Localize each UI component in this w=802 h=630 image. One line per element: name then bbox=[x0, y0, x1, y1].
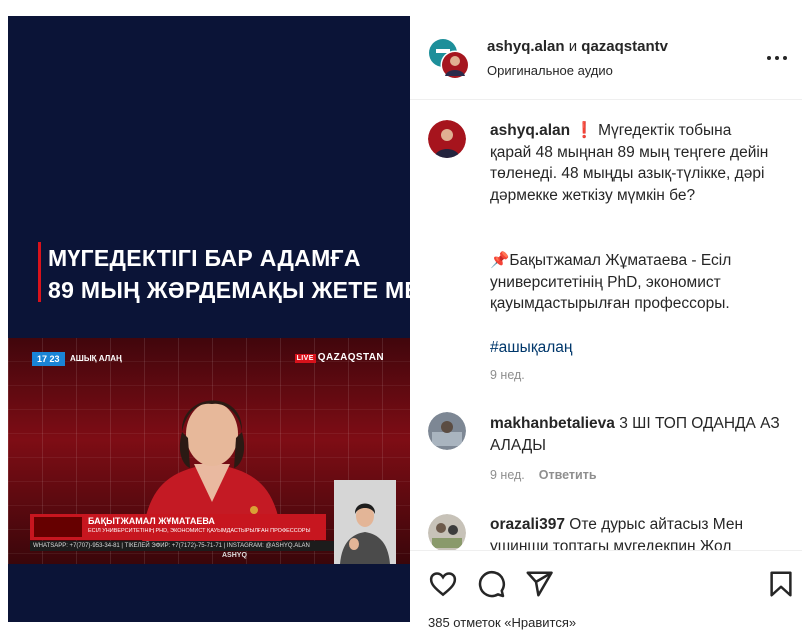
paper-plane-icon[interactable] bbox=[524, 569, 554, 599]
video-frame: 17 23 АШЫҚ АЛАҢ LIVE QAZAQSTAN БАҚЫТЖАМАЛ… bbox=[8, 338, 410, 564]
headline-line-2: 89 МЫҢ ЖӘРДЕМАҚЫ ЖЕТЕ МЕ? bbox=[48, 277, 410, 303]
audio-link[interactable]: Оригинальное аудио bbox=[487, 63, 613, 78]
hashtag-link[interactable]: #ашықалаң bbox=[490, 339, 572, 356]
news-ticker: WHATSAPP: +7(707)-953-34-81 | ТІКЕЛЕЙ ЭФ… bbox=[30, 541, 343, 551]
author-conjunction: и bbox=[568, 38, 578, 55]
caption-username[interactable]: ashyq.alan bbox=[490, 122, 570, 139]
sign-language-interpreter bbox=[334, 480, 396, 564]
bookmark-icon[interactable] bbox=[766, 569, 796, 599]
comment-2: orazali397 Оте дурыс айтасыз Мен ушинши … bbox=[490, 514, 780, 550]
comment-1-time: 9 нед. bbox=[490, 468, 525, 482]
video-player[interactable]: МҮГЕДЕКТІГІ БАР АДАМҒА 89 МЫҢ ЖӘРДЕМАҚЫ … bbox=[8, 16, 410, 622]
lower-third-logo bbox=[34, 517, 82, 537]
likes-count[interactable]: 385 отметок «Нравится» bbox=[428, 615, 576, 630]
time-badge: 17 23 bbox=[32, 352, 65, 366]
comment-2-username[interactable]: orazali397 bbox=[490, 516, 565, 533]
presenter-figure bbox=[142, 400, 282, 542]
post-caption: ashyq.alan ❗ Мүгедектік тобына қарай 48 … bbox=[490, 120, 772, 206]
comment-2-avatar[interactable] bbox=[428, 514, 466, 550]
pin-emoji: 📌 bbox=[490, 252, 510, 269]
collab-avatars[interactable] bbox=[428, 38, 470, 80]
caption-hashtag[interactable]: #ашықалаң bbox=[490, 337, 572, 359]
comment-1-reply-button[interactable]: Ответить bbox=[539, 468, 597, 482]
post-authors: ashyq.alan и qazaqstantv bbox=[487, 38, 668, 55]
channel-logo: LIVE QAZAQSTAN bbox=[294, 352, 384, 363]
action-bar: 385 отметок «Нравится» bbox=[410, 550, 802, 630]
more-horizontal-icon[interactable] bbox=[766, 50, 788, 66]
comment-1: makhanbetalieva 3 ШІ ТОП ОДАНДА АЗ АЛАДЫ bbox=[490, 413, 780, 456]
post-header: ashyq.alan и qazaqstantv Оригинальное ау… bbox=[410, 16, 802, 100]
author-2-link[interactable]: qazaqstantv bbox=[581, 38, 668, 55]
post-caption-2: 📌Бақытжамал Жұматаева - Есіл университет… bbox=[490, 250, 772, 315]
comments-section[interactable]: ashyq.alan ❗ Мүгедектік тобына қарай 48 … bbox=[410, 100, 802, 550]
author-1-link[interactable]: ashyq.alan bbox=[487, 38, 565, 55]
comment-1-meta: 9 нед. Ответить bbox=[490, 468, 597, 482]
show-badge: АШЫҚ АЛАҢ bbox=[70, 354, 122, 363]
channel-name: QAZAQSTAN bbox=[317, 352, 384, 363]
caption-text-2: Бақытжамал Жұматаева - Есіл университеті… bbox=[490, 252, 732, 312]
lower-third-title: ЕСІЛ УНИВЕРСИТЕТІНІҢ PHD, ЭКОНОМИСТ ҚАУЫ… bbox=[88, 528, 311, 534]
caption-emoji: ❗ bbox=[574, 122, 594, 139]
caption-author-avatar[interactable] bbox=[428, 120, 466, 158]
show-tag: ASHYQ bbox=[222, 552, 247, 559]
video-headline: МҮГЕДЕКТІГІ БАР АДАМҒА 89 МЫҢ ЖӘРДЕМАҚЫ … bbox=[38, 242, 410, 306]
caption-time: 9 нед. bbox=[490, 368, 525, 382]
comment-1-avatar[interactable] bbox=[428, 412, 466, 450]
heart-icon[interactable] bbox=[428, 569, 458, 599]
comment-bubble-icon[interactable] bbox=[476, 569, 506, 599]
lower-third-name: БАҚЫТЖАМАЛ ЖҰМАТАЕВА bbox=[88, 516, 215, 526]
headline-accent-bar bbox=[38, 242, 41, 302]
headline-line-1: МҮГЕДЕКТІГІ БАР АДАМҒА bbox=[48, 245, 361, 271]
comment-1-username[interactable]: makhanbetalieva bbox=[490, 415, 615, 432]
